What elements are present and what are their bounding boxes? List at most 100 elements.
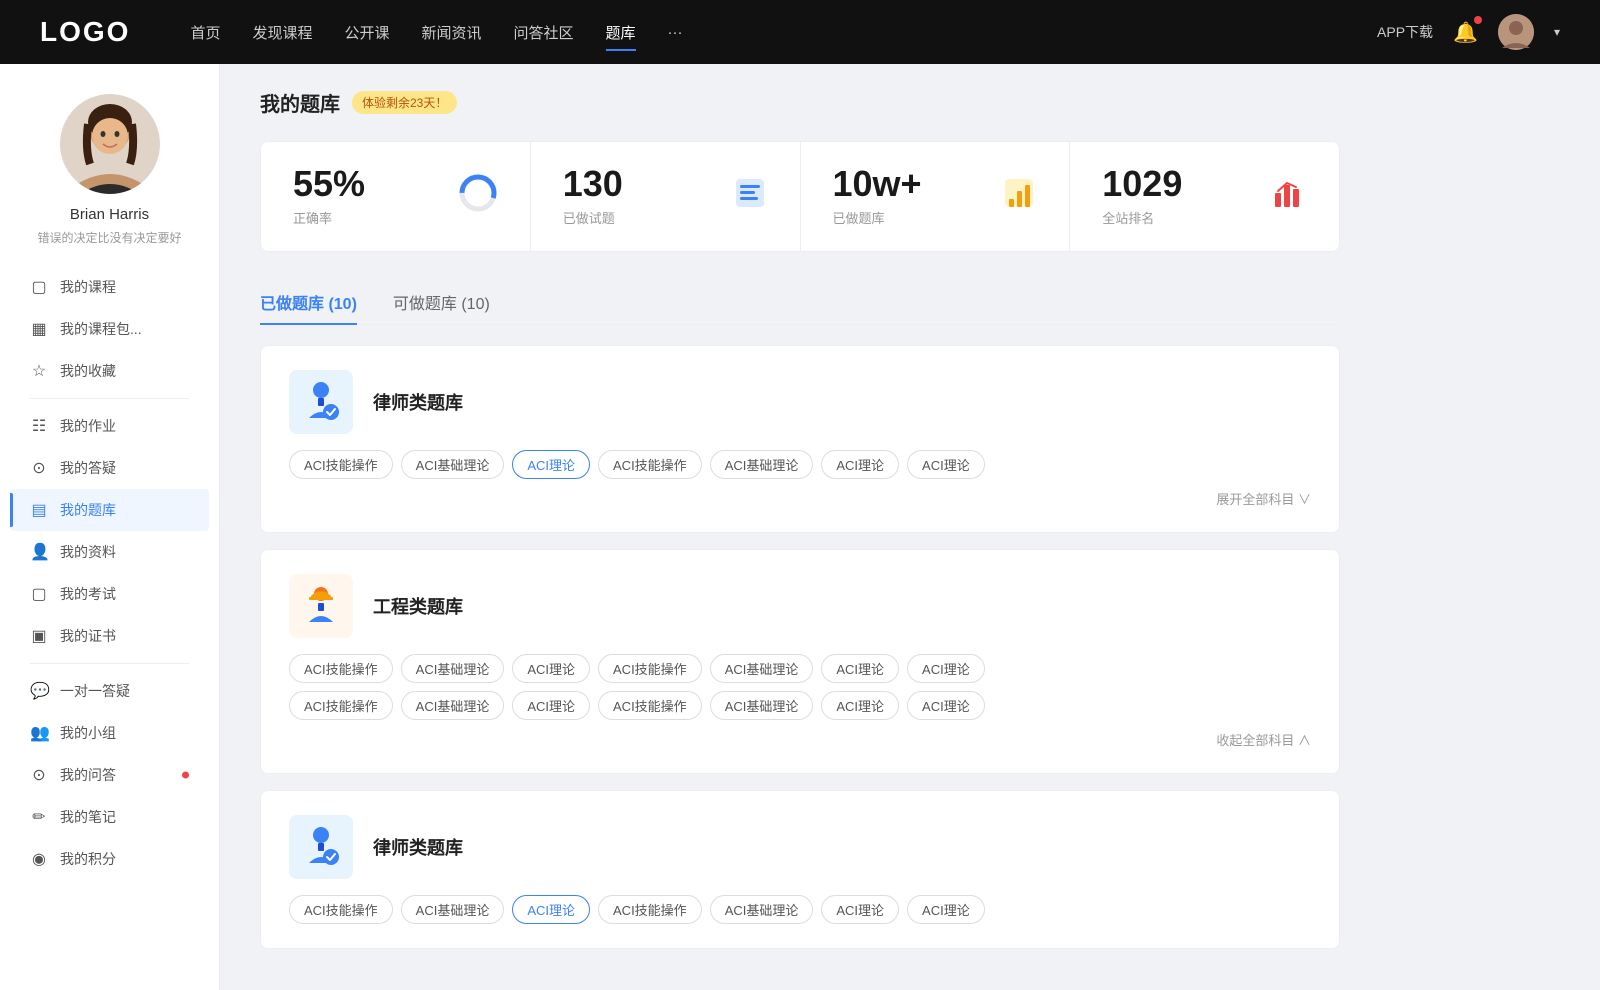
qbank-icon-engineer-2 [289,574,353,638]
nav-questions[interactable]: 题库 [606,18,636,47]
points-icon: ◉ [30,849,48,869]
tag-2-3[interactable]: ACI技能操作 [598,654,702,683]
exam-icon: ▢ [30,584,48,604]
tag-3-4[interactable]: ACI基础理论 [710,895,814,924]
qbank-tags-3: ACI技能操作 ACI基础理论 ACI理论 ACI技能操作 ACI基础理论 AC… [289,895,1311,924]
tag-2-4[interactable]: ACI基础理论 [710,654,814,683]
sidebar-user-name: Brian Harris [70,206,149,223]
nav-qa[interactable]: 问答社区 [514,18,574,47]
sidebar-item-certificate[interactable]: ▣ 我的证书 [10,615,209,657]
qbank-icon-lawyer-1 [289,370,353,434]
notification-bell[interactable]: 🔔 [1453,20,1478,45]
tag-3-0[interactable]: ACI技能操作 [289,895,393,924]
main-content: 我的题库 体验剩余23天！ 55% 正确率 [220,64,1380,990]
qbank-card-3: 律师类题库 ACI技能操作 ACI基础理论 ACI理论 ACI技能操作 ACI基… [260,790,1340,949]
qbank-title-1: 律师类题库 [373,389,463,415]
sidebar-item-points[interactable]: ◉ 我的积分 [10,838,209,880]
nav-news[interactable]: 新闻资讯 [422,18,482,47]
stat-questions-label: 已做试题 [563,208,716,227]
stat-accuracy-value: 55% [293,166,442,202]
tag-1-1[interactable]: ACI基础理论 [401,450,505,479]
stat-ranking: 1029 全站排名 [1070,142,1339,251]
tag-3-5[interactable]: ACI理论 [821,895,899,924]
tag-1-0[interactable]: ACI技能操作 [289,450,393,479]
stat-questions-text: 130 已做试题 [563,166,716,227]
qbank-tags-1: ACI技能操作 ACI基础理论 ACI理论 ACI技能操作 ACI基础理论 AC… [289,450,1311,479]
sidebar-item-my-qa[interactable]: ⊙ 我的问答 [10,754,209,796]
tag-1-3[interactable]: ACI技能操作 [598,450,702,479]
expand-link-1[interactable]: 展开全部科目 ∨ [1216,489,1311,508]
sidebar-item-tutoring[interactable]: 💬 一对一答疑 [10,670,209,712]
stat-questions-value: 130 [563,166,716,202]
nav-open-course[interactable]: 公开课 [344,18,389,47]
tag-3-3[interactable]: ACI技能操作 [598,895,702,924]
tag-2-6[interactable]: ACI理论 [907,654,985,683]
tag-1-6[interactable]: ACI理论 [907,450,985,479]
tag-2-5[interactable]: ACI理论 [821,654,899,683]
ranking-icon [1271,175,1307,218]
tutoring-icon: 💬 [30,681,48,701]
tab-available-banks[interactable]: 可做题库 (10) [393,280,490,324]
tag-3-6[interactable]: ACI理论 [907,895,985,924]
user-menu-chevron[interactable]: ▾ [1554,25,1560,39]
qbank-footer-1: 展开全部科目 ∨ [289,489,1311,508]
sidebar-item-profile[interactable]: 👤 我的资料 [10,531,209,573]
tag-1-2[interactable]: ACI理论 [512,450,590,479]
course-packages-icon: ▦ [30,319,48,339]
qbank-title-2: 工程类题库 [373,593,463,619]
sidebar-divider-2 [30,663,189,664]
tag-2-ex-4[interactable]: ACI基础理论 [710,691,814,720]
stat-banks-value: 10w+ [833,166,986,202]
tag-3-1[interactable]: ACI基础理论 [401,895,505,924]
nav-more[interactable]: ··· [668,20,683,45]
sidebar-divider-1 [30,398,189,399]
tag-2-ex-2[interactable]: ACI理论 [512,691,590,720]
sidebar-item-notes[interactable]: ✏ 我的笔记 [10,796,209,838]
sidebar-item-favorites[interactable]: ☆ 我的收藏 [10,350,209,392]
notification-badge [1474,16,1482,24]
tag-2-ex-6[interactable]: ACI理论 [907,691,985,720]
sidebar-item-homework[interactable]: ☷ 我的作业 [10,405,209,447]
stat-ranking-value: 1029 [1102,166,1255,202]
stat-accuracy: 55% 正确率 [261,142,531,251]
tag-2-ex-1[interactable]: ACI基础理论 [401,691,505,720]
sidebar-item-course-packages[interactable]: ▦ 我的课程包... [10,308,209,350]
tag-2-ex-5[interactable]: ACI理论 [821,691,899,720]
stat-ranking-label: 全站排名 [1102,208,1255,227]
tab-done-banks[interactable]: 已做题库 (10) [260,280,357,324]
tag-2-0[interactable]: ACI技能操作 [289,654,393,683]
accuracy-chart-icon [458,173,498,220]
qbank-card-1: 律师类题库 ACI技能操作 ACI基础理论 ACI理论 ACI技能操作 ACI基… [260,345,1340,533]
tag-1-5[interactable]: ACI理论 [821,450,899,479]
collapse-link-2[interactable]: 收起全部科目 ∧ [1216,730,1311,749]
header: LOGO 首页 发现课程 公开课 新闻资讯 问答社区 题库 ··· APP下载 … [0,0,1600,64]
trial-badge: 体验剩余23天！ [352,91,457,114]
stat-banks-text: 10w+ 已做题库 [833,166,986,227]
sidebar: Brian Harris 错误的决定比没有决定要好 ▢ 我的课程 ▦ 我的课程包… [0,64,220,990]
tag-3-2[interactable]: ACI理论 [512,895,590,924]
tag-2-2[interactable]: ACI理论 [512,654,590,683]
nav-home[interactable]: 首页 [190,18,220,47]
sidebar-item-my-courses[interactable]: ▢ 我的课程 [10,266,209,308]
groups-icon: 👥 [30,723,48,743]
stat-accuracy-label: 正确率 [293,208,442,227]
app-download-link[interactable]: APP下载 [1377,22,1433,42]
nav-discover[interactable]: 发现课程 [252,18,312,47]
user-avatar[interactable] [1498,14,1534,50]
tag-2-1[interactable]: ACI基础理论 [401,654,505,683]
sidebar-item-groups[interactable]: 👥 我的小组 [10,712,209,754]
qbank-card-2: 工程类题库 ACI技能操作 ACI基础理论 ACI理论 ACI技能操作 ACI基… [260,549,1340,774]
page-title: 我的题库 [260,88,340,117]
notes-icon: ✏ [30,807,48,827]
tabs-row: 已做题库 (10) 可做题库 (10) [260,280,1340,325]
tag-2-ex-3[interactable]: ACI技能操作 [598,691,702,720]
qa-notification-dot [182,772,189,779]
sidebar-item-exam[interactable]: ▢ 我的考试 [10,573,209,615]
tag-2-ex-0[interactable]: ACI技能操作 [289,691,393,720]
stat-accuracy-text: 55% 正确率 [293,166,442,227]
banks-icon [1001,175,1037,218]
sidebar-item-question-bank[interactable]: ▤ 我的题库 [10,489,209,531]
sidebar-item-answers[interactable]: ⊙ 我的答疑 [10,447,209,489]
tag-1-4[interactable]: ACI基础理论 [710,450,814,479]
qbank-tags-2-row2: ACI技能操作 ACI基础理论 ACI理论 ACI技能操作 ACI基础理论 AC… [289,691,1311,720]
